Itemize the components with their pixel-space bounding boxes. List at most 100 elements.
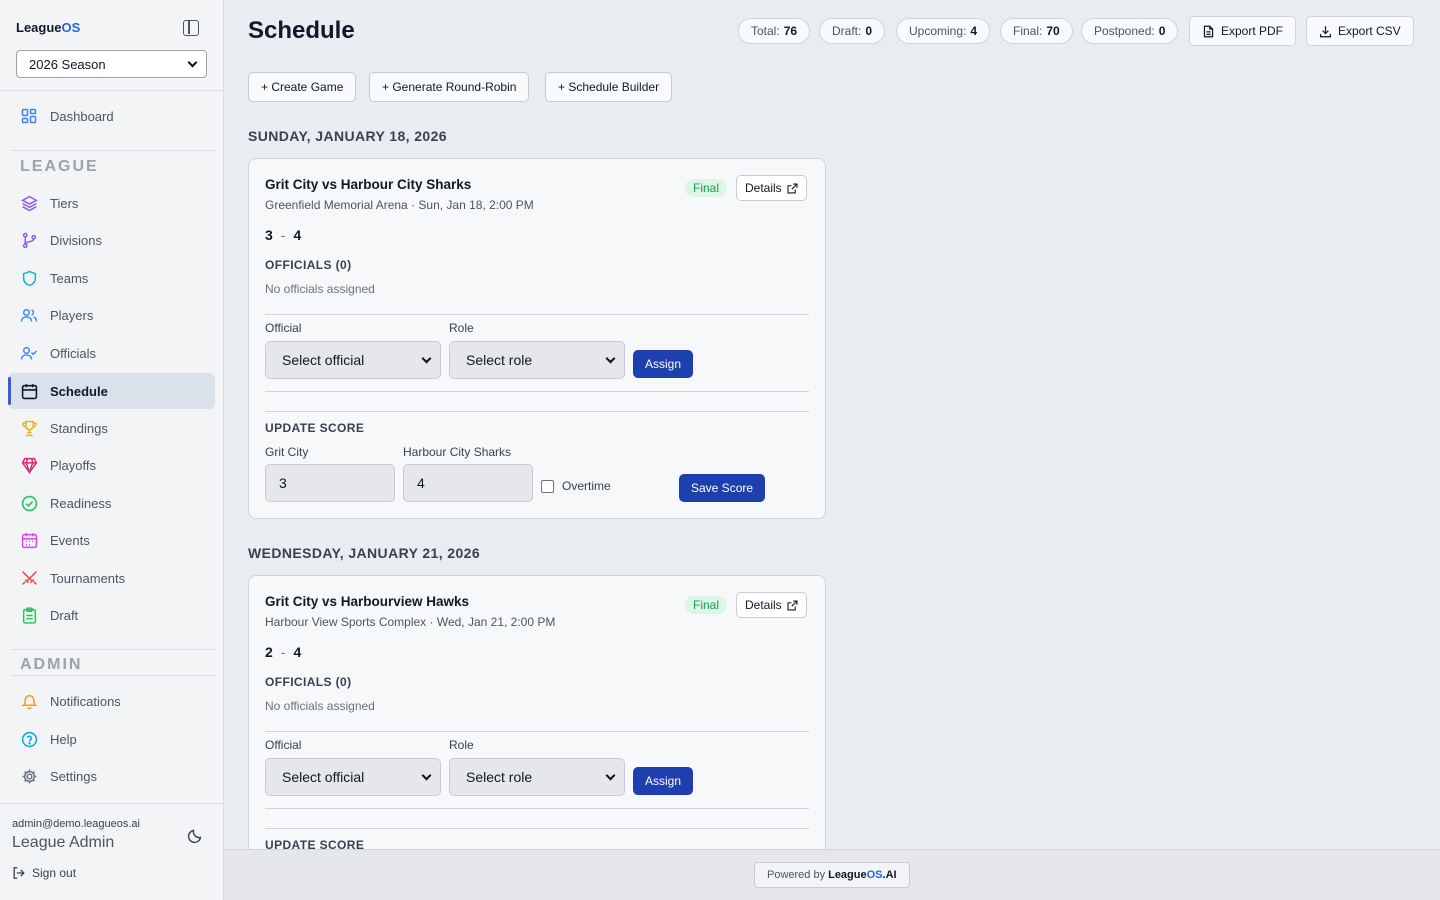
sidebar-item-label: Help [50,731,77,747]
official-label: Official [265,738,302,752]
user-check-icon [20,344,38,362]
save-score-button[interactable]: Save Score [679,474,766,502]
home-team-label: Grit City [265,445,309,459]
swords-icon [20,569,38,587]
user-email: admin@demo.leagueos.ai [12,818,140,830]
date-heading: SUNDAY, JANUARY 18, 2026 [248,128,447,144]
section-title-admin: ADMIN [20,656,83,673]
user-name: League Admin [12,834,115,851]
divider [12,649,216,650]
sidebar: LeagueOS 2026 Season Dashboard LEAGUE Ti… [0,0,224,900]
sidebar-collapse-icon[interactable] [183,20,199,36]
details-button[interactable]: Details [736,175,807,201]
file-icon [1202,25,1215,38]
sidebar-item-tiers[interactable]: Tiers [8,185,215,221]
divider [0,90,223,91]
sidebar-item-standings[interactable]: Standings [8,410,215,446]
chevron-down-icon [421,770,432,780]
sidebar-item-dashboard[interactable]: Dashboard [8,98,215,134]
divider [265,411,809,412]
sidebar-item-label: Draft [50,607,79,623]
moon-icon[interactable] [187,828,203,844]
brand-logo: LeagueOS [16,20,81,35]
clipboard-icon [20,606,38,624]
chevron-down-icon [421,353,432,363]
sidebar-item-label: Dashboard [50,108,114,124]
sidebar-item-label: Events [50,532,90,548]
sidebar-item-players[interactable]: Players [8,297,215,333]
chevron-down-icon [187,57,198,67]
update-score-title: UPDATE SCORE [265,838,365,849]
assign-button[interactable]: Assign [633,350,694,378]
away-score-input[interactable]: 4 [403,464,533,502]
users-icon [20,306,38,324]
sidebar-item-tournaments[interactable]: Tournaments [8,560,215,596]
page-title: Schedule [248,17,355,44]
game-venue-time: Greenfield Memorial Arena · Sun, Jan 18,… [265,198,534,212]
help-circle-icon [20,730,38,748]
details-label: Details [745,598,782,612]
sign-out-link[interactable]: Sign out [12,866,76,880]
sidebar-item-label: Officials [50,345,96,361]
sidebar-item-readiness[interactable]: Readiness [8,485,215,521]
sidebar-item-officials[interactable]: Officials [8,335,215,371]
stat-total: Total: 76 [738,18,811,44]
sidebar-item-notifications[interactable]: Notifications [8,683,215,719]
official-select[interactable]: Select official [265,758,441,796]
sidebar-item-label: Playoffs [50,457,97,473]
export-pdf-button[interactable]: Export PDF [1189,16,1297,46]
divider [265,314,809,315]
details-label: Details [745,181,782,195]
sidebar-item-help[interactable]: Help [8,721,215,757]
role-label: Role [449,321,474,335]
sidebar-item-label: Divisions [50,232,103,248]
game-card: Grit City vs Harbour City Sharks Greenfi… [248,158,826,519]
calendar-icon [20,382,38,400]
sidebar-item-label: Schedule [50,383,108,399]
game-venue-time: Harbour View Sports Complex · Wed, Jan 2… [265,615,556,629]
final-score: 2-4 [265,644,302,660]
create-game-button[interactable]: + Create Game [248,72,357,102]
divider [265,731,809,732]
sidebar-item-label: Tournaments [50,570,126,586]
powered-by-badge[interactable]: Powered by LeagueOS.AI [754,862,910,888]
sidebar-item-schedule[interactable]: Schedule [8,373,215,409]
overtime-label: Overtime [562,479,611,493]
stat-draft: Draft: 0 [819,18,886,44]
sidebar-item-events[interactable]: Events [8,522,215,558]
game-title: Grit City vs Harbour City Sharks [265,177,472,192]
generate-round-robin-button[interactable]: + Generate Round-Robin [369,72,530,102]
export-csv-button[interactable]: Export CSV [1306,16,1414,46]
official-label: Official [265,321,302,335]
final-score: 3-4 [265,227,302,243]
season-select[interactable]: 2026 Season [16,50,207,78]
sidebar-item-settings[interactable]: Settings [8,758,215,794]
sidebar-item-label: Readiness [50,495,112,511]
assign-button[interactable]: Assign [633,767,694,795]
divider [265,828,809,829]
overtime-checkbox[interactable] [541,480,554,493]
schedule-builder-button[interactable]: + Schedule Builder [545,72,673,102]
download-icon [1319,25,1332,38]
sidebar-item-teams[interactable]: Teams [8,260,215,296]
trophy-icon [20,419,38,437]
details-button[interactable]: Details [736,592,807,618]
stat-final: Final: 70 [1000,18,1073,44]
role-select[interactable]: Select role [449,341,625,379]
grid-icon [20,107,38,125]
officials-empty-text: No officials assigned [265,282,375,296]
official-select[interactable]: Select official [265,341,441,379]
home-score-input[interactable]: 3 [265,464,395,502]
calendar-days-icon [20,531,38,549]
divider [12,675,216,676]
bell-icon [20,692,38,710]
sidebar-item-playoffs[interactable]: Playoffs [8,447,215,483]
sidebar-item-draft[interactable]: Draft [8,597,215,633]
sidebar-item-label: Tiers [50,195,79,211]
sidebar-item-divisions[interactable]: Divisions [8,222,215,258]
layers-icon [20,194,38,212]
date-heading: WEDNESDAY, JANUARY 21, 2026 [248,545,481,561]
log-out-icon [12,866,26,880]
officials-title: OFFICIALS (0) [265,258,352,272]
role-select[interactable]: Select role [449,758,625,796]
